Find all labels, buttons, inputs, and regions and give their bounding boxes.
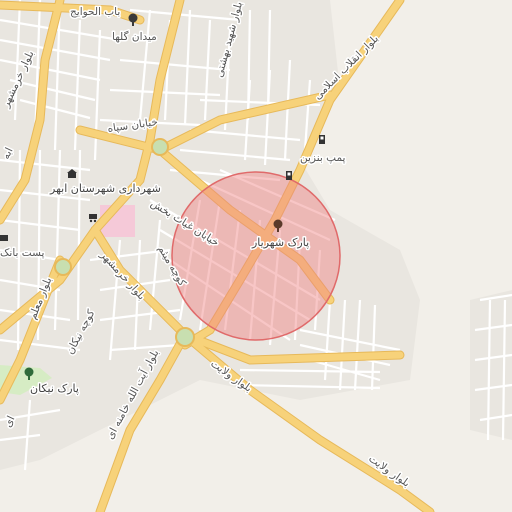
label-park-nikan: پارک نیکان <box>30 382 79 395</box>
fuel-icon[interactable] <box>286 171 292 180</box>
search-radius-circle <box>171 171 341 341</box>
mail-icon[interactable] <box>0 235 8 241</box>
label-post-bank: پست بانک <box>0 247 44 259</box>
label-park-shahryar: پارک شهریار <box>251 236 309 249</box>
label-pump-benzin: پمپ بنزین <box>300 152 346 164</box>
label-shahrdari: شهرداری شهرستان ابهر <box>49 182 161 195</box>
map-canvas[interactable]: باب الحوایج میدان گلها بلوار شهید بهشتی … <box>0 0 512 512</box>
fuel-icon[interactable] <box>319 135 325 144</box>
label-bab-al-havayej: باب الحوایج <box>70 6 120 18</box>
label-meydan-golha: میدان گلها <box>112 30 157 43</box>
map-view[interactable]: باب الحوایج میدان گلها بلوار شهید بهشتی … <box>0 0 512 512</box>
